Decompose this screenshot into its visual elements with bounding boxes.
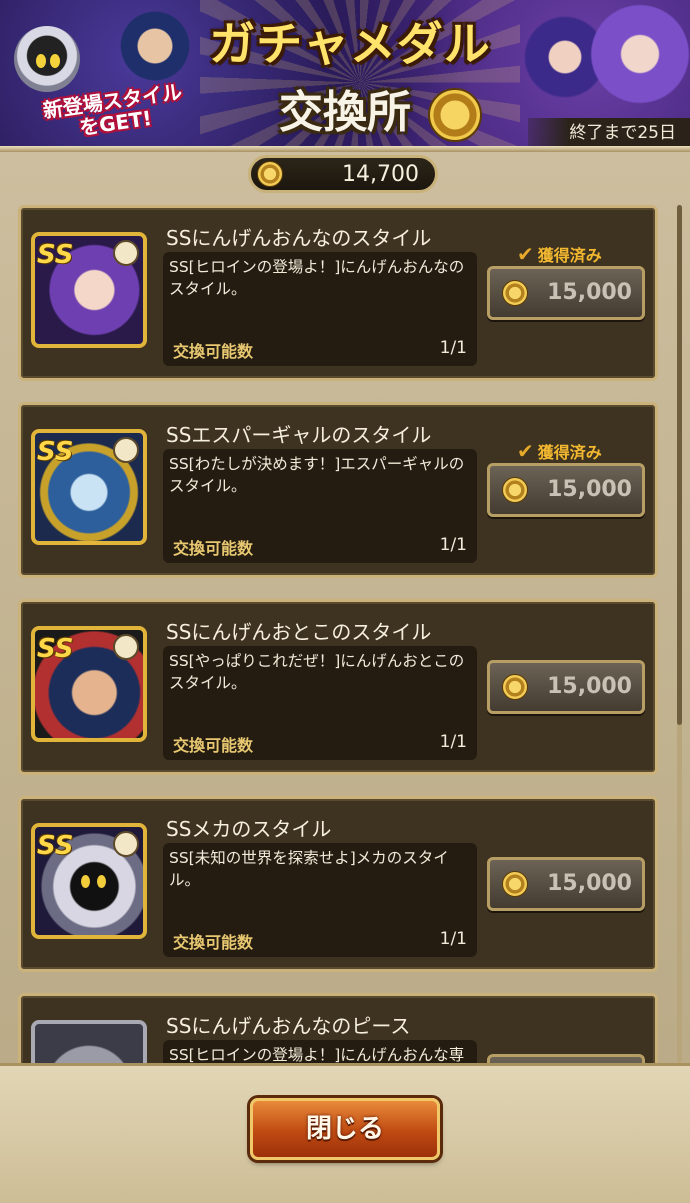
item-name: SSメカのスタイル <box>166 817 332 841</box>
item-name: SSにんげんおんなのスタイル <box>166 226 432 250</box>
medal-coin-icon <box>502 871 528 897</box>
exchange-limit-count: 1/1 <box>439 535 467 555</box>
item-description-box: SS[ヒロインの登場よ！]にんげんおんな専 <box>163 1040 477 1063</box>
exchange-limit-count: 1/1 <box>439 338 467 358</box>
item-description-box: SS[ヒロインの登場よ！]にんげんおんなのスタイル。 交換可能数 1/1 <box>163 252 477 366</box>
weapon-badge-icon <box>113 634 139 660</box>
price-value: 15,000 <box>547 871 632 896</box>
item-name: SSにんげんおとこのスタイル <box>166 620 432 644</box>
acquired-badge: ✔ 獲得済み <box>517 242 602 266</box>
medal-coin-icon <box>502 674 528 700</box>
rank-ss-icon: SS <box>37 831 74 861</box>
exchange-limit-label: 交換可能数 <box>173 342 254 361</box>
piece-icon[interactable] <box>31 1020 147 1063</box>
exchange-limit-count: 1/1 <box>439 929 467 949</box>
item-description-box: SS[わたしが決めます！]エスパーギャルのスタイル。 交換可能数 1/1 <box>163 449 477 563</box>
balance-value: 14,700 <box>342 162 419 187</box>
close-button[interactable]: 閉じる <box>250 1098 440 1160</box>
scrollbar-thumb[interactable] <box>677 205 682 725</box>
exchange-item: SSにんげんおんなのピース SS[ヒロインの登場よ！]にんげんおんな専 <box>18 993 658 1063</box>
exchange-button[interactable]: 15,000 <box>487 463 645 517</box>
style-portrait-icon[interactable]: SS <box>31 823 147 939</box>
acquired-label: 獲得済み <box>537 443 602 462</box>
rank-ss-icon: SS <box>37 634 74 664</box>
exchange-limit-label: 交換可能数 <box>173 933 254 952</box>
exchange-item: SS SSエスパーギャルのスタイル SS[わたしが決めます！]エスパーギャルのス… <box>18 402 658 578</box>
medal-balance: 14,700 <box>248 155 438 193</box>
weapon-badge-icon <box>113 240 139 266</box>
medal-coin-icon <box>257 161 283 187</box>
price-value: 15,000 <box>547 477 632 502</box>
banner-esper-character <box>590 0 690 120</box>
item-name: SSエスパーギャルのスタイル <box>166 423 432 447</box>
item-description: SS[ヒロインの登場よ！]にんげんおんな専 <box>169 1046 465 1063</box>
banner-title: ガチャメダル <box>209 17 491 71</box>
medal-coin-icon <box>502 477 528 503</box>
robot-eye-icon <box>97 875 106 888</box>
weapon-badge-icon <box>113 831 139 857</box>
item-description: SS[ヒロインの登場よ！]にんげんおんなのスタイル。 <box>169 258 465 298</box>
exchange-button[interactable] <box>487 1054 645 1063</box>
banner-robot-character <box>14 26 80 92</box>
exchange-limit-label: 交換可能数 <box>173 539 254 558</box>
banner-hero-character <box>120 2 190 82</box>
exchange-limit-label: 交換可能数 <box>173 736 254 755</box>
exchange-list[interactable]: SS SSにんげんおんなのスタイル SS[ヒロインの登場よ！]にんげんおんなのス… <box>10 205 676 1063</box>
item-description-box: SS[未知の世界を探索せよ]メカのスタイル。 交換可能数 1/1 <box>163 843 477 957</box>
check-icon: ✔ <box>517 242 534 266</box>
medal-icon <box>428 88 482 142</box>
acquired-badge: ✔ 獲得済み <box>517 439 602 463</box>
acquired-label: 獲得済み <box>537 246 602 265</box>
exchange-item: SS SSメカのスタイル SS[未知の世界を探索せよ]メカのスタイル。 交換可能… <box>18 796 658 972</box>
robot-eye-icon <box>81 875 90 888</box>
style-portrait-icon[interactable]: SS <box>31 429 147 545</box>
exchange-item: SS SSにんげんおんなのスタイル SS[ヒロインの登場よ！]にんげんおんなのス… <box>18 205 658 381</box>
banner-subtitle: 交換所 <box>279 87 411 138</box>
item-description: SS[やっぱりこれだぜ！]にんげんおとこのスタイル。 <box>169 652 465 692</box>
item-description-box: SS[やっぱりこれだぜ！]にんげんおとこのスタイル。 交換可能数 1/1 <box>163 646 477 760</box>
item-description: SS[未知の世界を探索せよ]メカのスタイル。 <box>169 849 449 889</box>
banner-divider <box>0 146 690 152</box>
exchange-button[interactable]: 15,000 <box>487 857 645 911</box>
style-portrait-icon[interactable]: SS <box>31 232 147 348</box>
exchange-button[interactable]: 15,000 <box>487 660 645 714</box>
event-banner: ガチャメダル 交換所 新登場スタイル をGET! 終了まで25日 <box>0 0 690 150</box>
exchange-button[interactable]: 15,000 <box>487 266 645 320</box>
item-description: SS[わたしが決めます！]エスパーギャルのスタイル。 <box>169 455 465 495</box>
exchange-limit-count: 1/1 <box>439 732 467 752</box>
deadline-label: 終了まで25日 <box>528 118 690 148</box>
rank-ss-icon: SS <box>37 437 74 467</box>
price-value: 15,000 <box>547 674 632 699</box>
weapon-badge-icon <box>113 437 139 463</box>
style-portrait-icon[interactable]: SS <box>31 626 147 742</box>
rank-ss-icon: SS <box>37 240 74 270</box>
medal-coin-icon <box>502 280 528 306</box>
price-value: 15,000 <box>547 280 632 305</box>
check-icon: ✔ <box>517 439 534 463</box>
exchange-item: SS SSにんげんおとこのスタイル SS[やっぱりこれだぜ！]にんげんおとこのス… <box>18 599 658 775</box>
item-name: SSにんげんおんなのピース <box>166 1014 411 1038</box>
